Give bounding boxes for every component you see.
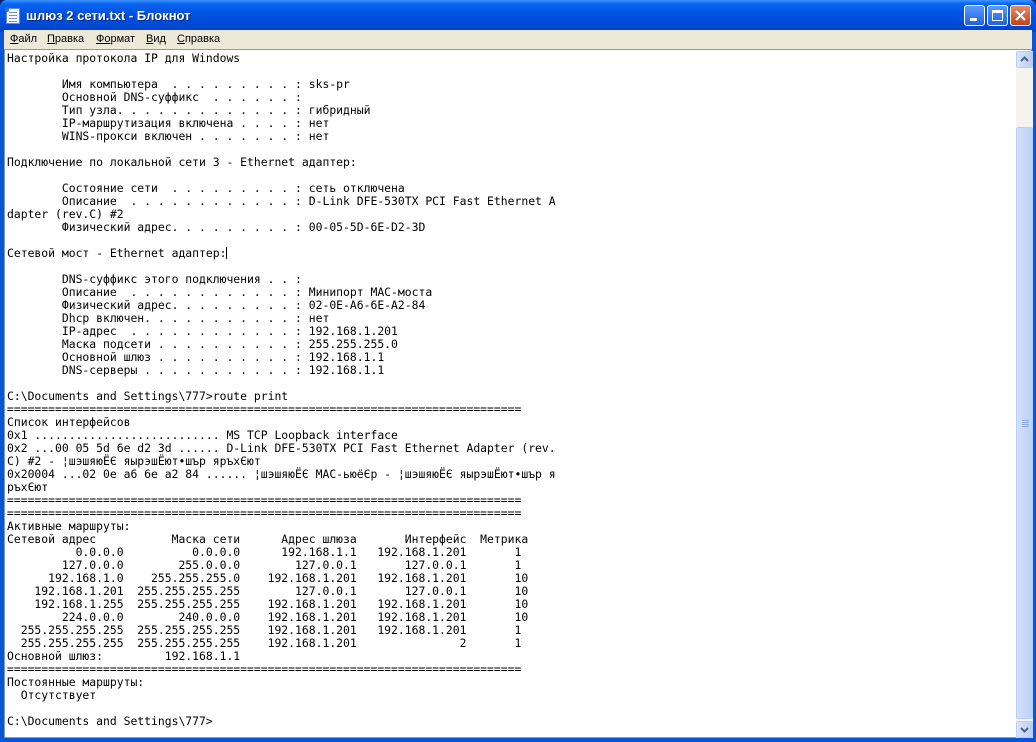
editor-area[interactable]: Настройка протокола IP для Windows Имя к… [4, 49, 1033, 738]
maximize-icon [992, 10, 1003, 21]
notepad-icon[interactable] [5, 7, 20, 24]
window-title: шлюз 2 сети.txt - Блокнот [26, 8, 191, 23]
menu-bar: Файл Правка Формат Вид Справка [4, 30, 1032, 49]
menu-help[interactable]: Справка [177, 33, 220, 45]
scroll-thumb[interactable] [1016, 127, 1033, 719]
text-content[interactable]: Настройка протокола IP для Windows Имя к… [7, 52, 1015, 735]
text-caret [226, 247, 228, 259]
chevron-up-icon [1020, 56, 1029, 62]
scroll-up-button[interactable] [1016, 51, 1033, 68]
minimize-icon [970, 18, 977, 21]
title-bar[interactable]: шлюз 2 сети.txt - Блокнот [0, 0, 1036, 32]
scroll-down-button[interactable] [1016, 721, 1033, 738]
menu-format[interactable]: Формат [96, 33, 135, 45]
text-after-caret: DNS-суффикс этого подключения . . : Опис… [7, 272, 556, 728]
close-button[interactable] [1010, 5, 1031, 26]
chevron-down-icon [1020, 727, 1029, 733]
minimize-button[interactable] [964, 5, 985, 26]
menu-view[interactable]: Вид [146, 33, 166, 45]
scroll-grip-icon [1022, 420, 1029, 421]
notepad-window: шлюз 2 сети.txt - Блокнот Файл Правка Фо… [0, 0, 1036, 742]
maximize-button[interactable] [987, 5, 1008, 26]
menu-edit[interactable]: Правка [47, 33, 84, 45]
document-text[interactable]: Настройка протокола IP для Windows Имя к… [7, 52, 1015, 728]
close-icon [1015, 10, 1026, 21]
text-before-caret: Настройка протокола IP для Windows Имя к… [7, 52, 556, 260]
vertical-scrollbar[interactable] [1016, 51, 1033, 738]
menu-file[interactable]: Файл [10, 33, 37, 45]
